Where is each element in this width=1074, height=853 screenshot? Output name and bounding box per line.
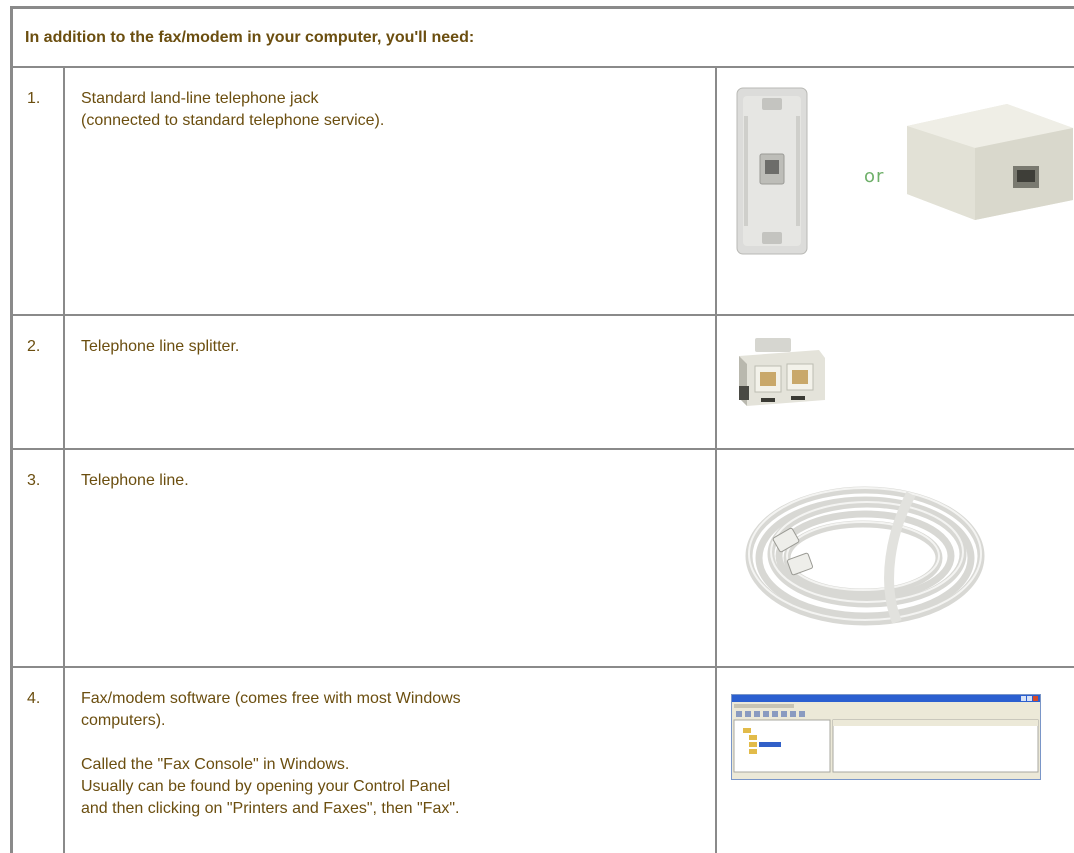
item-image-cell <box>717 316 1074 450</box>
description-line: Called the "Fax Console" in Windows. <box>81 756 350 773</box>
description-line: (connected to standard telephone service… <box>81 112 385 129</box>
table-row: 4. Fax/modem software (comes free with m… <box>13 668 1074 853</box>
line-splitter-image <box>739 338 825 406</box>
description-line: Fax/modem software (comes free with most… <box>81 690 461 707</box>
item-description: Telephone line splitter. <box>65 316 717 450</box>
item-description: Telephone line. <box>65 450 717 668</box>
surface-jack-image <box>907 104 1073 220</box>
item-description: Standard land-line telephone jack (conne… <box>65 68 717 316</box>
item-number: 4. <box>13 668 65 853</box>
description-line: Telephone line splitter. <box>81 338 240 355</box>
description-line: and then clicking on "Printers and Faxes… <box>81 800 460 817</box>
description-line: computers). <box>81 712 166 729</box>
requirements-table: In addition to the fax/modem in your com… <box>10 6 1074 853</box>
item-image-cell <box>717 450 1074 668</box>
item-description: Fax/modem software (comes free with most… <box>65 668 717 853</box>
item-image-cell <box>717 668 1074 853</box>
table-row: 2. Telephone line splitter. <box>13 316 1074 450</box>
description-line: Telephone line. <box>81 472 189 489</box>
item-image-cell: or <box>717 68 1074 316</box>
table-header: In addition to the fax/modem in your com… <box>13 9 1074 68</box>
item-number: 3. <box>13 450 65 668</box>
table-row: 1. Standard land-line telephone jack (co… <box>13 68 1074 316</box>
item-number: 1. <box>13 68 65 316</box>
telephone-cord-image <box>745 486 985 626</box>
or-label: or <box>864 166 885 187</box>
fax-console-screenshot-image <box>731 694 1041 780</box>
wall-jack-image <box>736 87 808 255</box>
table-row: 3. Telephone line. <box>13 450 1074 668</box>
page: In addition to the fax/modem in your com… <box>0 0 1074 853</box>
item-number: 2. <box>13 316 65 450</box>
description-line: Usually can be found by opening your Con… <box>81 778 451 795</box>
description-line: Standard land-line telephone jack <box>81 90 319 107</box>
